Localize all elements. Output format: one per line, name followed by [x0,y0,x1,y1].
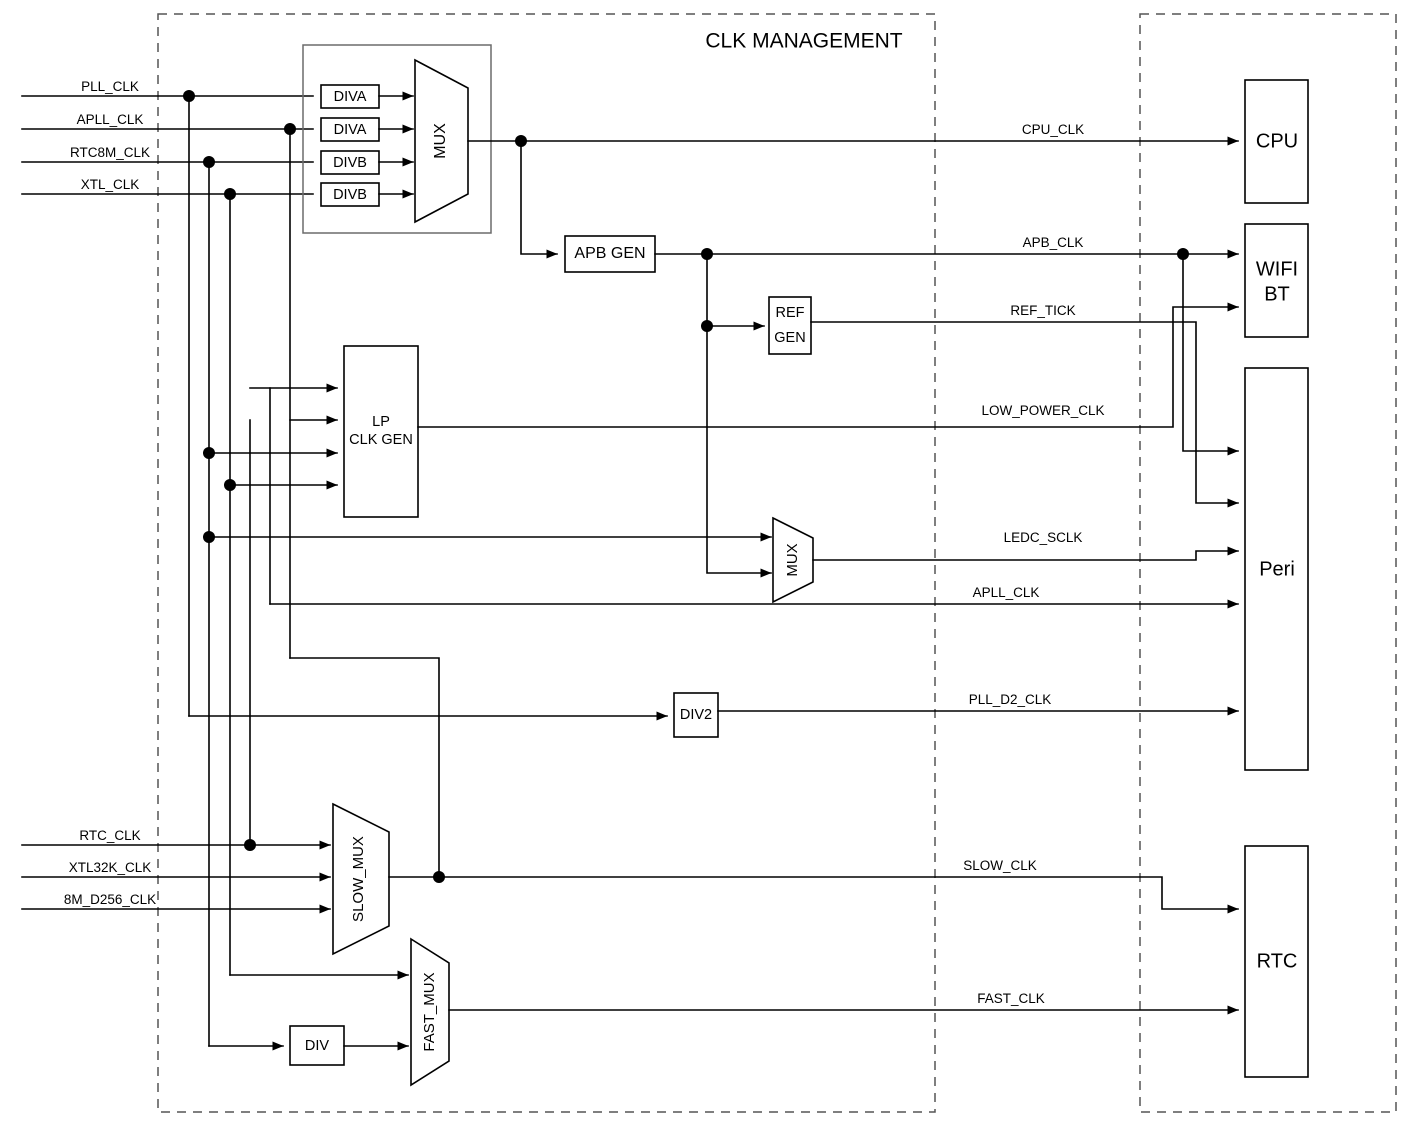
divb-label-2: DIVB [333,187,367,203]
cpu-label: CPU [1256,130,1298,152]
lp-clk-gen-label-line2: CLK GEN [349,432,413,448]
wire-ledc-sclk [812,546,1239,561]
junction-dot [284,123,296,135]
label-xtl32k-clk: XTL32K_CLK [69,860,152,875]
fast-mux-label: FAST_MUX [421,972,438,1051]
div-label: DIV [305,1038,330,1054]
wire-slow-clk [388,876,1239,914]
wire-apb-tap-down [706,253,772,578]
junction-dot [224,188,236,200]
label-slow-clk: SLOW_CLK [963,858,1037,873]
label-low-power-clk: LOW_POWER_CLK [981,403,1104,418]
junction-dot [244,839,256,851]
wire-low-power-clk [417,302,1239,428]
junction-dot [224,479,236,491]
wifi-bt-box [1244,223,1309,338]
main-mux-label: MUX [432,123,449,159]
diva-label-2: DIVA [334,122,367,138]
peri-label: Peri [1259,558,1295,580]
diagram-canvas: CLK MANAGEMENT PLL_CLK APLL_CLK RTC8M_CL… [21,13,1397,1113]
rtc-label: RTC [1257,950,1298,972]
wifi-bt-label-line1: WIFI [1256,258,1298,280]
wire-apb-to-peri [1182,253,1239,456]
label-ledc-sclk: LEDC_SCLK [1004,530,1083,545]
slow-mux-label: SLOW_MUX [350,836,367,922]
label-pll-clk: PLL_CLK [81,79,139,94]
ref-gen-label-line1: REF [776,305,805,321]
label-cpu-clk: CPU_CLK [1022,122,1084,137]
divb-label-1: DIVB [333,155,367,171]
page-title: CLK MANAGEMENT [705,30,902,53]
clock-management-diagram: CLK MANAGEMENT PLL_CLK APLL_CLK RTC8M_CL… [0,0,1408,1129]
lp-clk-gen-label-line1: LP [372,414,390,430]
label-apll-clk: APLL_CLK [77,112,144,127]
wire-mux-to-apbgen [520,140,558,259]
ref-gen-label-line2: GEN [774,330,805,346]
apb-gen-label: APB GEN [574,245,645,262]
label-apll-clk-peri: APLL_CLK [973,585,1040,600]
clk-management-region [157,13,936,1113]
label-pll-d2-clk: PLL_D2_CLK [969,692,1052,707]
label-ref-tick: REF_TICK [1010,303,1075,318]
junction-dot [203,156,215,168]
label-8m-d256-clk: 8M_D256_CLK [64,892,156,907]
label-apb-clk: APB_CLK [1023,235,1084,250]
wifi-bt-label-line2: BT [1264,283,1290,305]
label-rtc-clk: RTC_CLK [79,828,140,843]
junction-dot [203,531,215,543]
label-rtc8m-clk: RTC8M_CLK [70,145,150,160]
junction-dot [183,90,195,102]
label-xtl-clk: XTL_CLK [81,177,140,192]
junction-dot [203,447,215,459]
diva-label-1: DIVA [334,89,367,105]
label-fast-clk: FAST_CLK [977,991,1045,1006]
div2-label: DIV2 [680,707,712,723]
ledc-mux-label: MUX [784,543,801,576]
